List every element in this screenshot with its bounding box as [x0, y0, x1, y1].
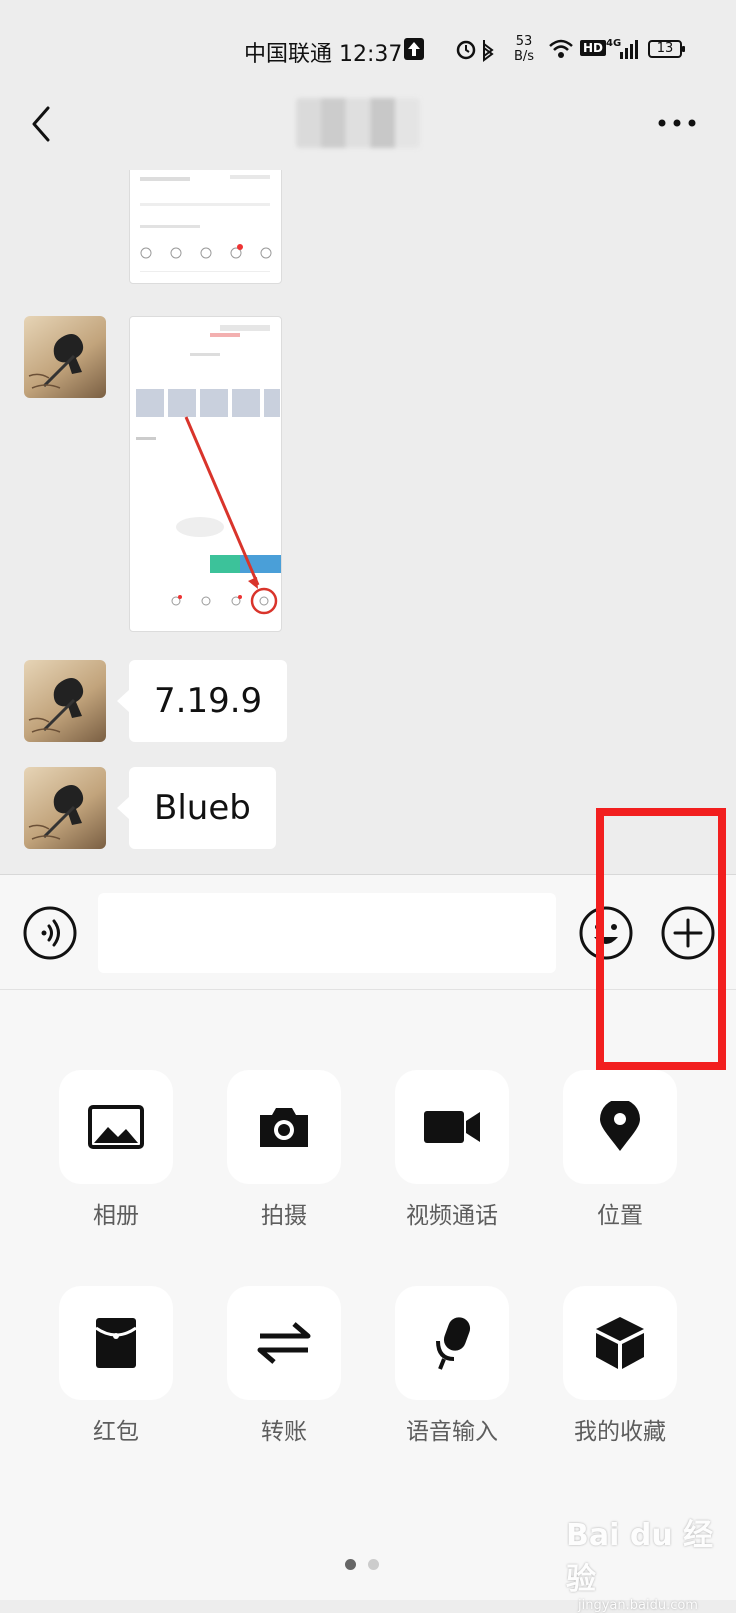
- panel-item-video-call[interactable]: 视频通话: [368, 1070, 536, 1230]
- baidu-jingyan-watermark: Bai du 经验 jingyan.baidu.com: [566, 1510, 736, 1613]
- panel-item-label: 语音输入: [406, 1419, 498, 1445]
- battery-level: 13: [656, 41, 674, 56]
- page-dot-active[interactable]: [345, 1559, 356, 1570]
- panel-item-transfer[interactable]: 转账: [200, 1286, 368, 1446]
- avatar[interactable]: [24, 316, 106, 398]
- panel-item-label: 我的收藏: [574, 1419, 666, 1445]
- input-bar: [0, 874, 736, 990]
- location-tile: [563, 1070, 677, 1184]
- panel-item-camera[interactable]: 拍摄: [200, 1070, 368, 1230]
- image-message[interactable]: [129, 170, 282, 284]
- voice-input-icon: [436, 1317, 471, 1370]
- panel-item-album[interactable]: 相册: [32, 1070, 200, 1230]
- panel-item-voice-input[interactable]: 语音输入: [368, 1286, 536, 1446]
- page-dot[interactable]: [368, 1559, 379, 1570]
- alarm-bluetooth-icons: [456, 40, 494, 62]
- video-call-icon: [424, 1111, 480, 1143]
- photo-album-icon: [88, 1105, 144, 1149]
- voice-mode-icon[interactable]: [22, 905, 78, 961]
- status-bar: 中国联通 12:37 53 B/s HD 4G 13: [0, 0, 736, 100]
- net-speed-unit: B/s: [514, 49, 535, 64]
- avatar-image: [28, 785, 84, 840]
- more-dots-icon[interactable]: [652, 108, 702, 138]
- avatar-image: [28, 334, 84, 389]
- panel-item-red-packet[interactable]: 红包: [32, 1286, 200, 1446]
- net-speed-value: 53: [515, 34, 533, 49]
- wifi-icon: [549, 39, 573, 58]
- page-indicator[interactable]: [345, 1555, 391, 1574]
- more-functions-plus-icon[interactable]: [660, 905, 716, 961]
- avatar[interactable]: [24, 767, 106, 849]
- panel-item-label: 转账: [261, 1419, 307, 1445]
- red-packet-tile: [59, 1286, 173, 1400]
- panel-item-label: 拍摄: [261, 1203, 307, 1229]
- chat-title-blurred: [296, 98, 420, 148]
- hd-badge: HD: [580, 40, 607, 56]
- screenshot-thumbnail-image: [140, 175, 272, 272]
- net-speed: 53 B/s: [514, 34, 534, 64]
- transfer-tile: [227, 1286, 341, 1400]
- image-message[interactable]: [129, 316, 282, 632]
- chat-area[interactable]: 7.19.9 Blueb: [0, 170, 736, 874]
- back-chevron-icon[interactable]: [22, 100, 62, 148]
- panel-item-favorites[interactable]: 我的收藏: [536, 1286, 704, 1446]
- location-icon: [600, 1101, 640, 1151]
- album-tile: [59, 1070, 173, 1184]
- favorites-tile: [563, 1286, 677, 1400]
- battery-icon: 13: [648, 40, 685, 58]
- watermark-brand: Bai du 经验: [566, 1518, 714, 1597]
- camera-tile: [227, 1070, 341, 1184]
- carrier-time: 中国联通 12:37: [244, 42, 403, 67]
- upload-icon: [404, 38, 424, 60]
- screenshot-with-arrow-image: [136, 325, 281, 615]
- avatar[interactable]: [24, 660, 106, 742]
- camera-icon: [260, 1108, 308, 1147]
- emoji-icon[interactable]: [578, 905, 634, 961]
- avatar-image: [28, 678, 84, 733]
- text-message[interactable]: Blueb: [117, 767, 276, 849]
- panel-item-location[interactable]: 位置: [536, 1070, 704, 1230]
- red-packet-icon: [95, 1318, 137, 1368]
- panel-item-label: 相册: [93, 1203, 139, 1229]
- transfer-icon: [257, 1322, 311, 1364]
- video-call-tile: [395, 1070, 509, 1184]
- message-input[interactable]: [98, 893, 556, 973]
- signal-icon: [620, 40, 638, 59]
- text-message[interactable]: 7.19.9: [116, 660, 288, 742]
- panel-item-label: 视频通话: [406, 1203, 498, 1229]
- panel-item-label: 位置: [597, 1203, 643, 1229]
- voice-input-tile: [395, 1286, 509, 1400]
- favorites-icon: [596, 1317, 644, 1369]
- watermark-url: jingyan.baidu.com: [578, 1598, 698, 1613]
- panel-item-label: 红包: [93, 1419, 139, 1445]
